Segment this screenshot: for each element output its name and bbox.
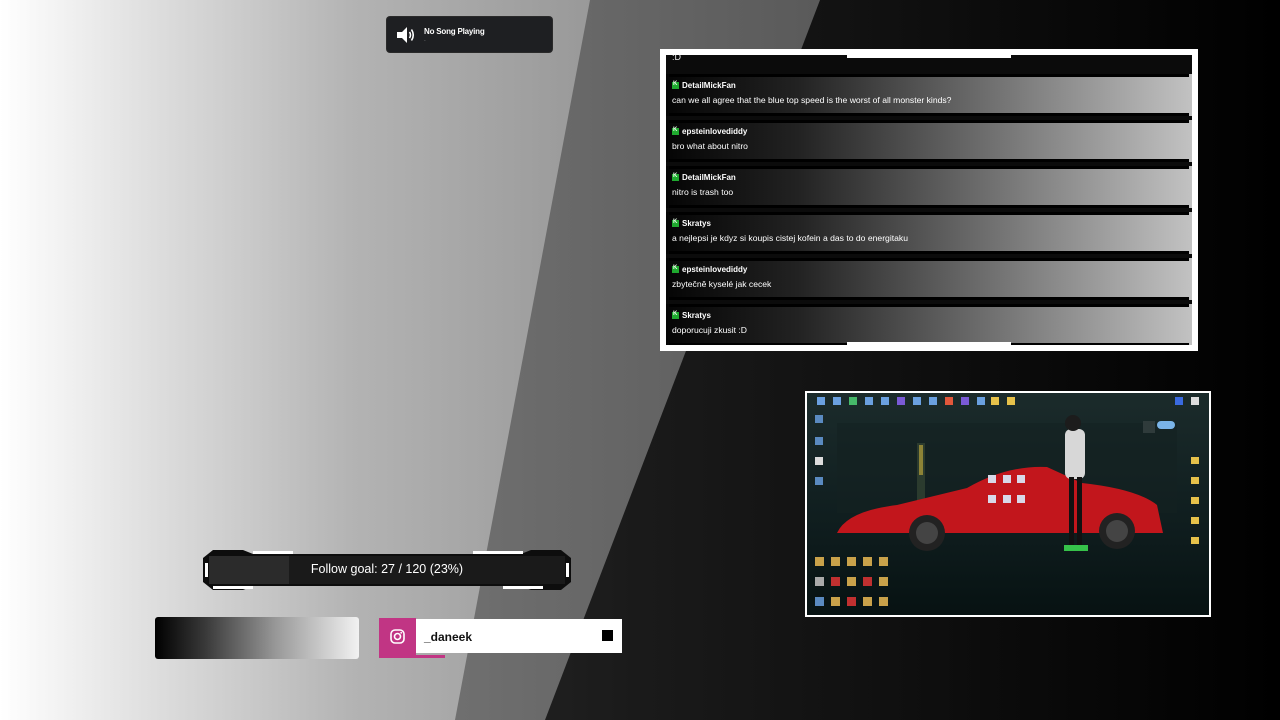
instagram-accent [379,618,416,658]
follow-goal-label: Follow goal: 27 / 120 (23%) [310,562,464,576]
chat-message: DetailMickFan can we all agree that the … [666,74,1192,116]
chat-username: epsteinlovediddy [682,265,748,274]
chat-text: doporucuji zkusit :D [672,325,747,335]
chat-message: DetailMickFan nitro is trash too [666,166,1192,208]
follow-goal: Follow goal: 27 / 120 (23%) [203,550,571,590]
chat-username: DetailMickFan [682,81,736,90]
chat-message: epsteinlovediddy bro what about nitro [666,120,1192,162]
chat-message: epsteinlovediddy zbytečně kyselé jak cec… [666,258,1192,300]
desktop-capture [805,391,1211,617]
chat-username: epsteinlovediddy [682,127,748,136]
song-title: No Song Playing [424,27,485,36]
instagram-handle: _daneek [424,630,473,644]
chat-text: zbytečně kyselé jak cecek [672,279,772,289]
song-artist: - [424,38,426,44]
badge-icon [672,219,679,227]
chat-text: can we all agree that the blue top speed… [672,95,952,105]
badge-icon [672,81,679,89]
chat-previous-fragment: :D [672,55,681,62]
chat-messages: :D DetailMickFan can we all agree that t… [666,55,1192,345]
chat-top-accent [847,55,1011,58]
desktop-wallpaper [807,393,1209,615]
instagram-card: _daneek [379,618,622,658]
chat-text: bro what about nitro [672,141,748,151]
chat-message: Skratys a nejlepsi je kdyz si koupis cis… [666,212,1192,254]
chat-text: nitro is trash too [672,187,734,197]
badge-icon [672,265,679,273]
speaker-icon [397,27,415,43]
chat-text: a nejlepsi je kdyz si koupis cistej kofe… [672,233,908,243]
gradient-panel [155,617,359,659]
chat-message: Skratys doporucuji zkusit :D [666,304,1192,345]
chat-username: Skratys [682,219,711,228]
instagram-icon [390,629,405,644]
chat-username: DetailMickFan [682,173,736,182]
instagram-underline [379,655,445,658]
badge-icon [672,127,679,135]
chat-username: Skratys [682,311,711,320]
chat-bottom-accent [847,342,1011,345]
square-icon [602,630,613,641]
badge-icon [672,173,679,181]
chat-overlay: :D DetailMickFan can we all agree that t… [660,49,1198,351]
now-playing-widget: No Song Playing - [387,17,552,52]
badge-icon [672,311,679,319]
